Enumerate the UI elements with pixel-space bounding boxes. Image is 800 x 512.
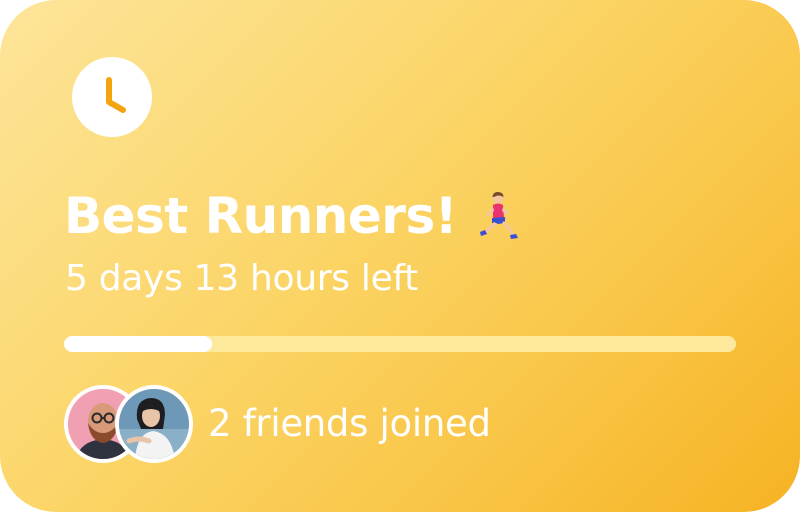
friend-avatar-2[interactable]: [115, 385, 193, 463]
title-row: Best Runners!: [64, 186, 523, 246]
runner-emoji-icon: [480, 191, 519, 239]
avatar-woman-icon: [119, 389, 189, 459]
progress-bar: [64, 336, 736, 352]
clock-icon: [106, 77, 126, 113]
challenge-card[interactable]: Best Runners! 5 days 13 hours left 2 fri…: [0, 0, 800, 512]
challenge-title: Best Runners!: [64, 187, 458, 245]
clock-badge: [72, 57, 152, 137]
time-left: 5 days 13 hours left: [65, 258, 418, 299]
progress-fill: [64, 336, 212, 352]
friends-joined-label: 2 friends joined: [208, 402, 491, 445]
